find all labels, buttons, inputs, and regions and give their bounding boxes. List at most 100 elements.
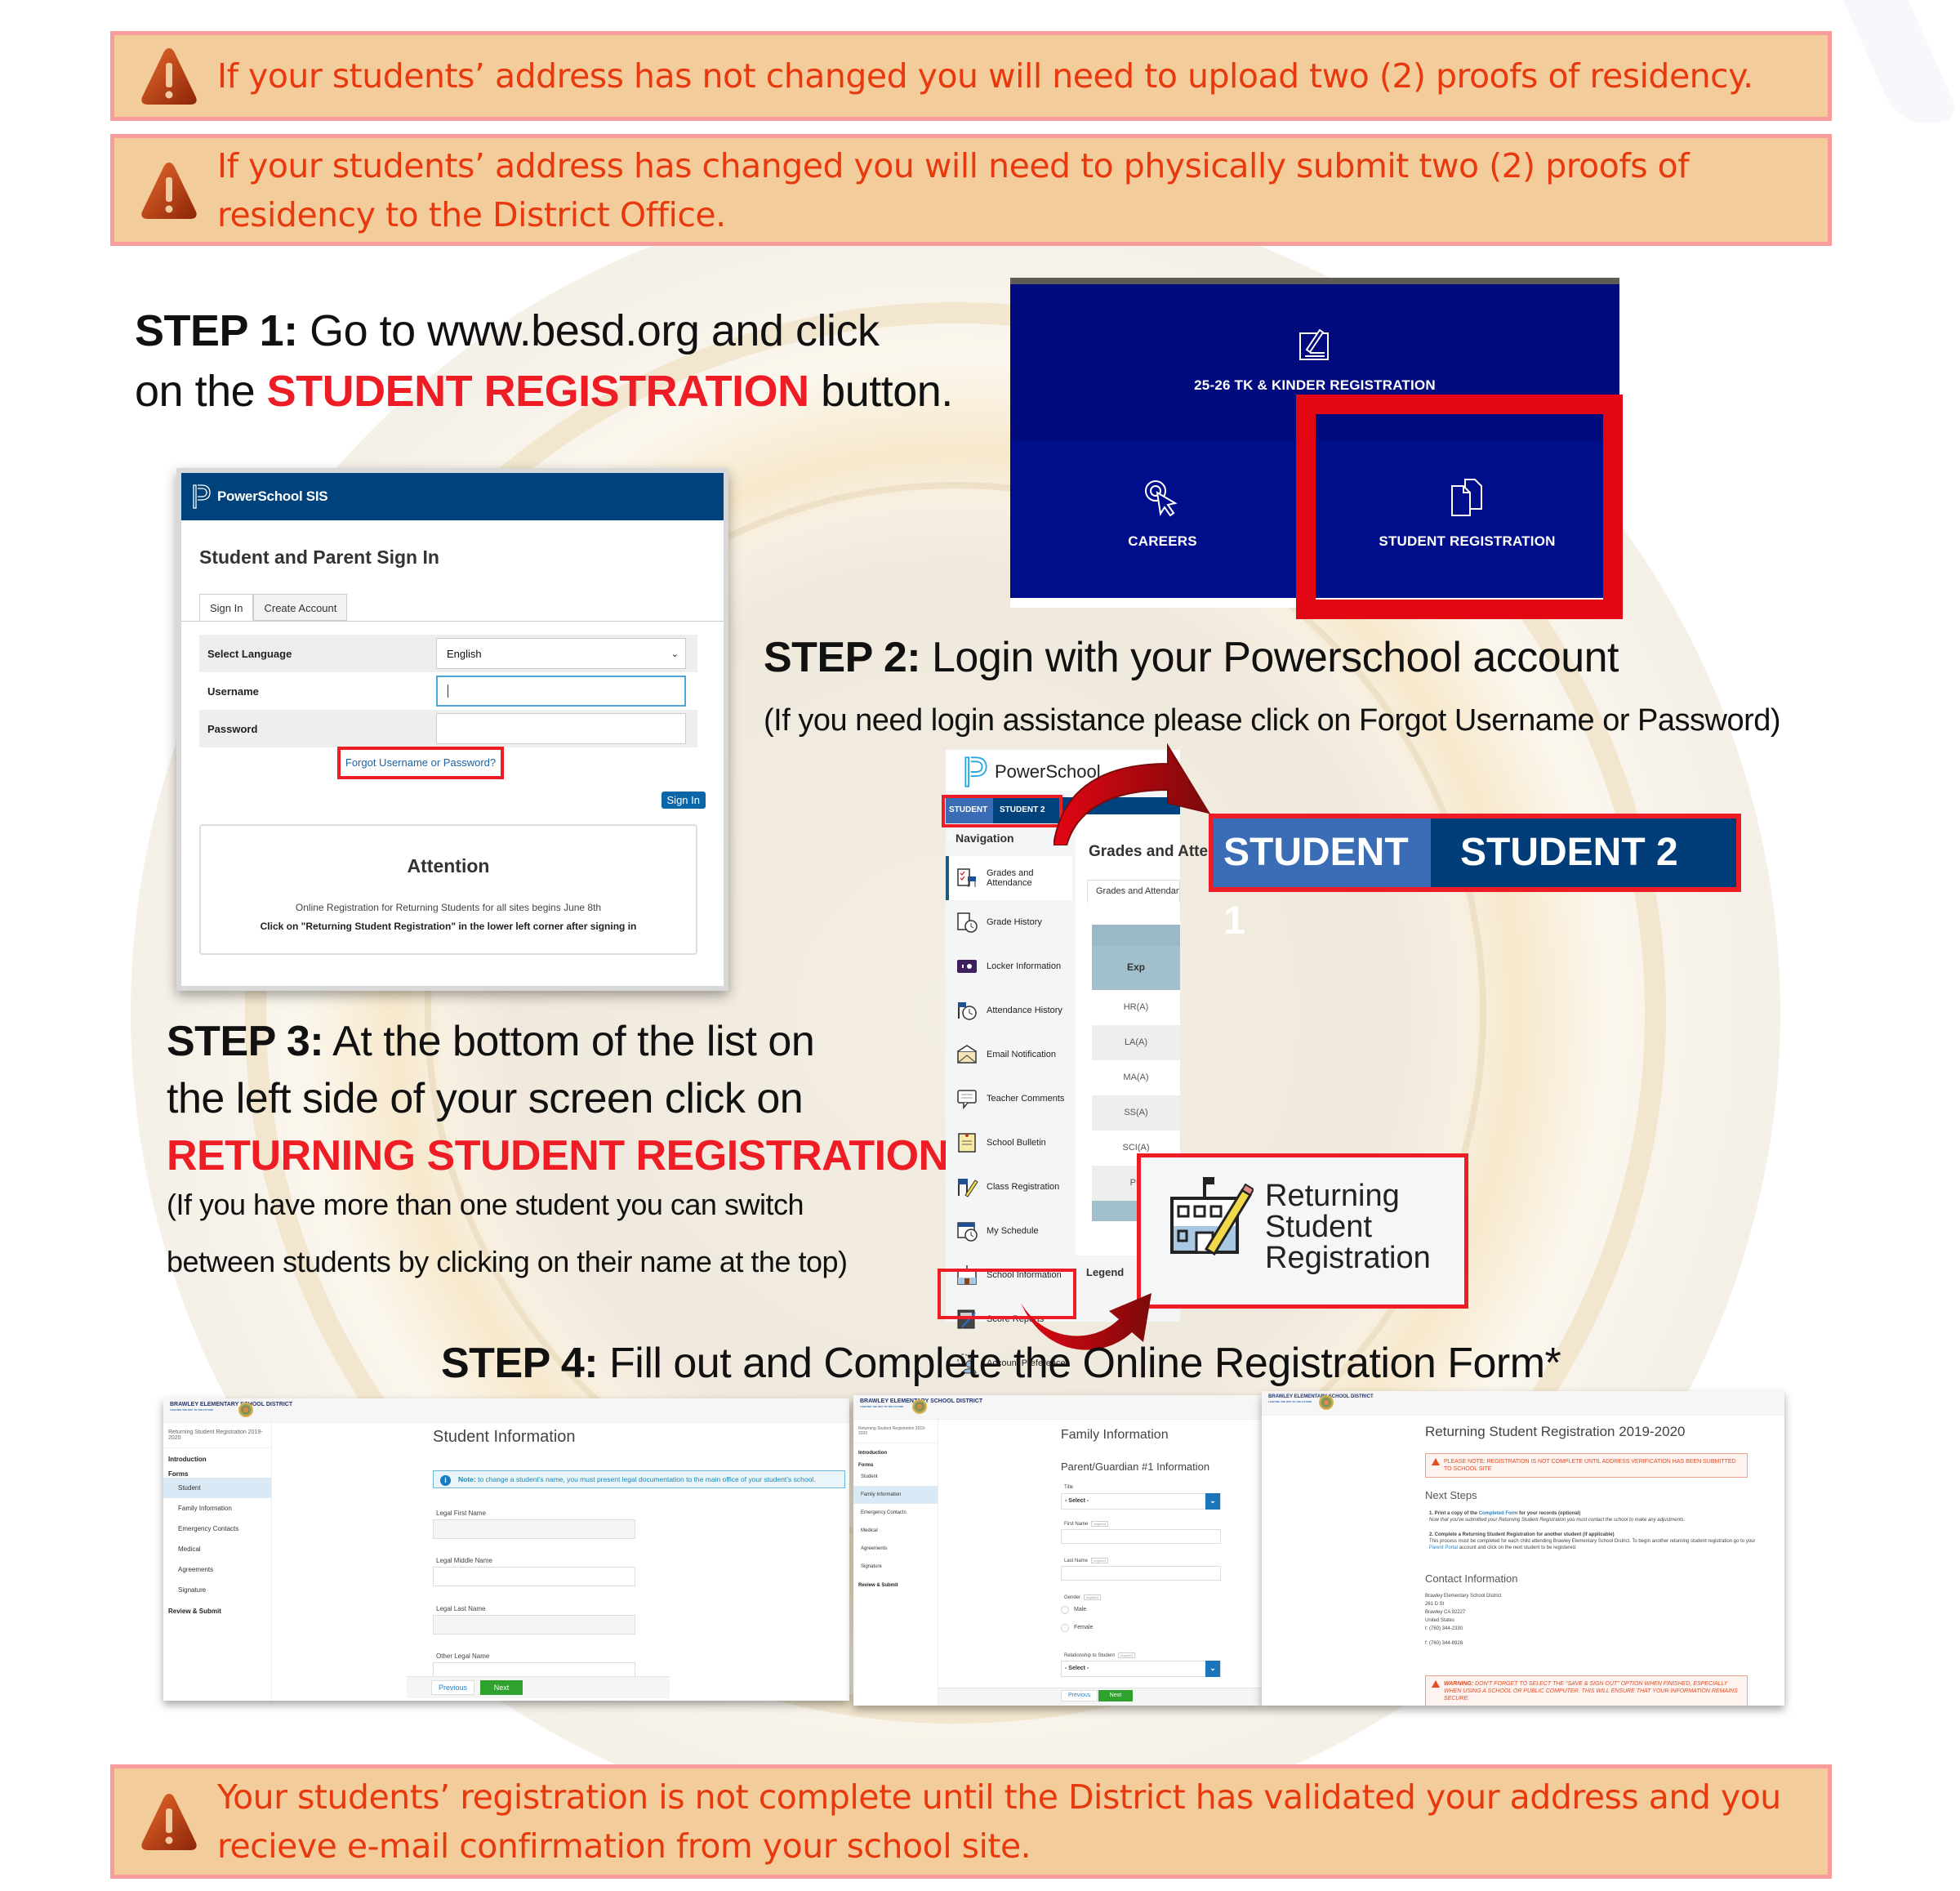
gender-female-radio[interactable] <box>1061 1624 1069 1632</box>
form-header-bar: BRAWLEY ELEMENTARY SCHOOL DISTRICT LIGHTI… <box>853 1395 1262 1420</box>
sidebar-item-family[interactable]: Family Information <box>163 1498 271 1519</box>
step1-text-c: button. <box>821 367 953 416</box>
form-header-bar: BRAWLEY ELEMENTARY SCHOOL DISTRICT LIGHTI… <box>1262 1391 1784 1416</box>
nav-item-label: My Schedule <box>987 1226 1039 1236</box>
form-sidebar: Returning Student Registration 2019-2020… <box>853 1420 938 1706</box>
gender-female-label: Female <box>1074 1625 1094 1630</box>
nav-item-attendance-history[interactable]: Attendance History <box>946 988 1072 1032</box>
sidebar-item-medical[interactable]: Medical <box>163 1539 271 1559</box>
grades-row: SS(A) <box>1092 1095 1180 1131</box>
nav-item-label: School Bulletin <box>987 1138 1046 1148</box>
attention-line1: Online Registration for Returning Studen… <box>295 902 602 913</box>
nav-item-locker[interactable]: Locker Information <box>946 944 1072 988</box>
sidebar-review-submit[interactable]: Review & Submit <box>853 1576 938 1588</box>
nav-item-comments[interactable]: Teacher Comments <box>946 1077 1072 1121</box>
next-button[interactable]: Next <box>1098 1690 1133 1701</box>
step4-label: STEP 4: <box>441 1340 599 1387</box>
bulletin-icon <box>958 1133 976 1153</box>
student-info-title: Student Information <box>433 1428 576 1446</box>
attendance-history-icon <box>958 1002 977 1020</box>
legal-middle-name-input[interactable] <box>433 1567 635 1586</box>
nav-item-grades-attendance[interactable]: Grades and Attendance <box>946 856 1072 900</box>
callout-student-2: STUDENT 2 <box>1431 818 1736 887</box>
careers-button[interactable]: CAREERS <box>1010 478 1315 550</box>
warning-banner-unchanged-address: If your students’ address has not change… <box>110 31 1832 121</box>
password-input[interactable] <box>436 713 686 744</box>
sidebar-item-agreements[interactable]: Agreements <box>853 1540 938 1558</box>
info-icon: i <box>440 1475 451 1486</box>
grades-row: MA(A) <box>1123 1073 1149 1082</box>
family-info-title: Family Information <box>1061 1428 1169 1442</box>
tk-kinder-registration-button[interactable]: 25-26 TK & KINDER REGISTRATION <box>1010 327 1619 394</box>
forgot-username-password-link[interactable]: Forgot Username or Password? <box>337 747 504 779</box>
step2-label: STEP 2: <box>764 634 921 681</box>
password-row: Password <box>199 710 697 747</box>
powerschool-logo-icon <box>193 484 211 509</box>
cursor-click-icon <box>1144 480 1178 517</box>
nav-item-label: Class Registration <box>987 1182 1060 1192</box>
sidebar-item-signature[interactable]: Signature <box>853 1558 938 1576</box>
nav-item-class-registration[interactable]: Class Registration <box>946 1165 1072 1209</box>
step3-subtext: (If you have more than one student you c… <box>167 1176 848 1291</box>
relationship-label: Relationship to Student required <box>1064 1652 1135 1658</box>
signin-title: Student and Parent Sign In <box>199 546 439 568</box>
step1-instructions: STEP 1: Go to www.besd.org and click on … <box>135 301 953 421</box>
language-select[interactable]: English ⌄ <box>436 638 686 669</box>
relationship-select[interactable]: - Select - ⌄ <box>1061 1661 1221 1677</box>
sidebar-review-submit[interactable]: Review & Submit <box>163 1600 271 1615</box>
warning-text-line2: residency to the District Office. <box>217 194 726 234</box>
gender-male-radio[interactable] <box>1061 1606 1069 1614</box>
note-label: Note: <box>458 1475 476 1483</box>
next-button[interactable]: Next <box>480 1680 523 1695</box>
sidebar-item-emergency[interactable]: Emergency Contacts <box>853 1504 938 1522</box>
student-tabs-highlight-box <box>942 795 1062 827</box>
sidebar-item-student[interactable]: Student <box>853 1468 938 1486</box>
nav-item-label: Grades and Attendance <box>987 868 1034 888</box>
legal-middle-name-label: Legal Middle Name <box>436 1557 492 1564</box>
callout-returning-label: Returning Student Registration <box>1265 1179 1431 1275</box>
warning-text: If your students’ address has not change… <box>217 56 1753 96</box>
powerschool-logo-icon <box>964 756 987 787</box>
sidebar-item-family[interactable]: Family Information <box>853 1486 938 1504</box>
sidebar-introduction[interactable]: Introduction <box>853 1443 938 1456</box>
previous-button[interactable]: Previous <box>1061 1690 1098 1701</box>
nav-item-schedule[interactable]: My Schedule <box>946 1209 1072 1253</box>
nav-item-grade-history[interactable]: Grade History <box>946 900 1072 944</box>
parent-portal-link[interactable]: Parent Portal <box>1429 1545 1458 1550</box>
chevron-down-icon: ⌄ <box>1205 1661 1220 1677</box>
step2-subtext: (If you need login assistance please cli… <box>764 703 1781 738</box>
step3-sub2: between students by clicking on their na… <box>167 1245 848 1278</box>
previous-button[interactable]: Previous <box>431 1680 475 1695</box>
note-text: to change a student’s name, you must pre… <box>478 1475 816 1483</box>
legal-first-name-input[interactable] <box>433 1519 635 1539</box>
step1-highlight: STUDENT REGISTRATION <box>266 367 810 416</box>
district-seal-icon <box>912 1399 927 1414</box>
username-input[interactable] <box>436 676 686 707</box>
nav-item-bulletin[interactable]: School Bulletin <box>946 1121 1072 1165</box>
legal-last-name-input[interactable] <box>433 1615 635 1635</box>
warning-banner-registration-incomplete: Your students’ registration is not compl… <box>110 1764 1832 1879</box>
tk-kinder-label: 25-26 TK & KINDER REGISTRATION <box>1194 377 1436 393</box>
title-select[interactable]: - Select - ⌄ <box>1061 1493 1221 1510</box>
step1-text-b: on the <box>135 367 256 416</box>
locker-icon <box>957 960 977 973</box>
sidebar-item-agreements[interactable]: Agreements <box>163 1559 271 1580</box>
sidebar-introduction[interactable]: Introduction <box>163 1448 271 1463</box>
nav-item-label: Locker Information <box>987 961 1062 971</box>
tab-sign-in[interactable]: Sign In <box>199 594 254 621</box>
nav-item-email[interactable]: Email Notification <box>946 1032 1072 1077</box>
sidebar-item-emergency[interactable]: Emergency Contacts <box>163 1519 271 1539</box>
tab-create-account[interactable]: Create Account <box>253 594 348 621</box>
first-name-input[interactable] <box>1061 1529 1221 1544</box>
step3-label: STEP 3: <box>167 1018 324 1065</box>
returning-registration-callout: Returning Student Registration <box>1137 1153 1468 1309</box>
complete-title: Returning Student Registration 2019-2020 <box>1425 1424 1686 1439</box>
grades-tab[interactable]: Grades and Attendance <box>1087 880 1180 903</box>
sign-in-button[interactable]: Sign In <box>661 792 706 809</box>
warning-banner-changed-address: If your students’ address has changed yo… <box>110 134 1832 246</box>
sidebar-item-medical[interactable]: Medical <box>853 1522 938 1540</box>
completed-form-link[interactable]: Completed Form <box>1479 1511 1518 1516</box>
sidebar-item-student[interactable]: Student <box>163 1478 271 1498</box>
last-name-input[interactable] <box>1061 1566 1221 1581</box>
sidebar-item-signature[interactable]: Signature <box>163 1580 271 1600</box>
